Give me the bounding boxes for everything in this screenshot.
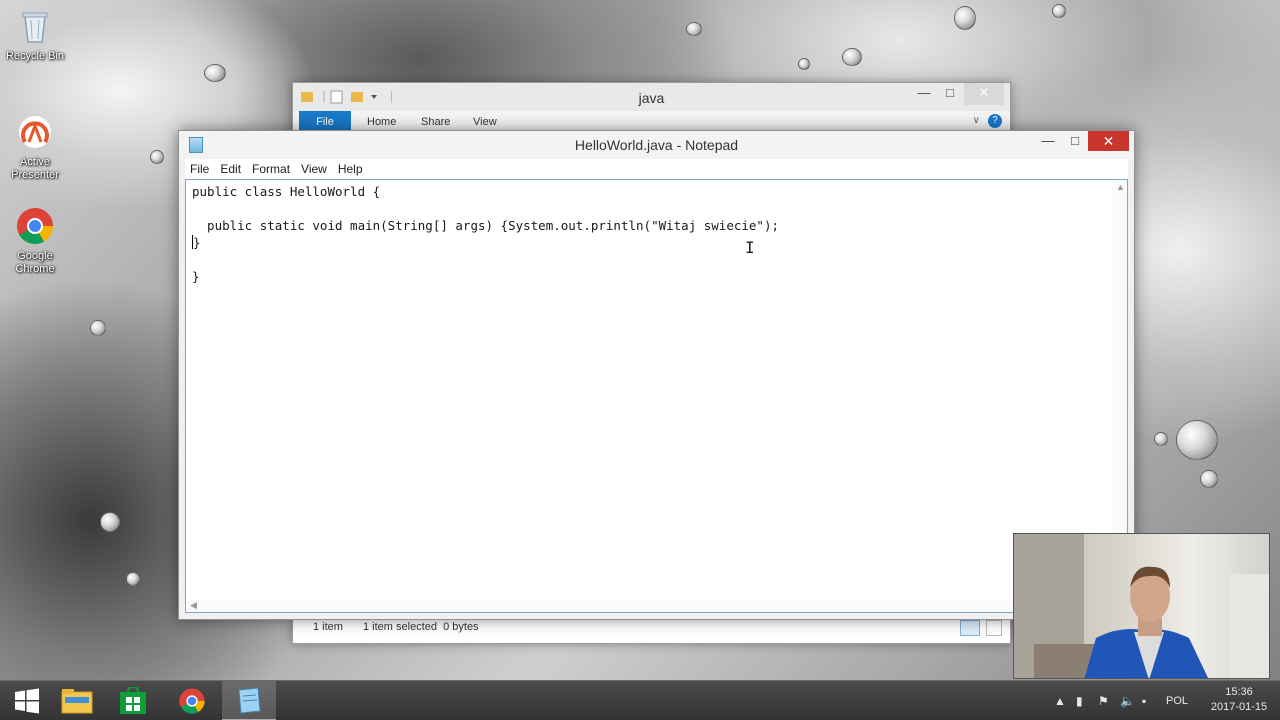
code-line: } [192, 269, 200, 284]
volume-icon[interactable]: 🔈 [1120, 694, 1135, 708]
menu-view[interactable]: View [296, 159, 332, 179]
file-explorer-icon [61, 689, 93, 714]
water-drop [1176, 420, 1218, 460]
taskbar-notepad[interactable] [222, 681, 276, 720]
desktop-icon-recycle-bin[interactable]: Recycle Bin [0, 6, 70, 63]
presenter-video-icon [1014, 534, 1269, 678]
code-line: public static void main(String[] args) {… [192, 218, 779, 233]
system-tray: ▲ ▮ ⚑ 🔈 ▪ POL 15:36 2017-01-15 [1040, 681, 1280, 720]
explorer-maximize-button[interactable]: □ [936, 83, 964, 105]
clock[interactable]: 15:36 2017-01-15 [1204, 685, 1274, 715]
explorer-minimize-button[interactable]: — [910, 83, 938, 105]
water-drop [100, 512, 120, 532]
code-line: ​ [192, 251, 779, 268]
notepad-title: HelloWorld.java - Notepad [574, 137, 739, 153]
scroll-up-icon[interactable]: ▲ [1116, 182, 1125, 192]
maximize-button[interactable]: □ [1062, 131, 1088, 151]
device-icon[interactable]: ▮ [1076, 694, 1083, 708]
webcam-overlay [1013, 533, 1270, 679]
status-item-count: 1 item [313, 621, 343, 633]
taskbar-chrome[interactable] [165, 681, 219, 720]
chevron-down-icon[interactable]: ∨ [973, 115, 980, 126]
menu-format[interactable]: Format [247, 159, 295, 179]
close-button[interactable]: ✕ [1088, 131, 1129, 151]
water-drop [1154, 432, 1168, 446]
desktop-icon-google-chrome[interactable]: Google Chrome [0, 206, 70, 276]
notepad-titlebar[interactable]: HelloWorld.java - Notepad — □ ✕ [179, 131, 1134, 159]
code-line: public class HelloWorld { [192, 184, 381, 199]
help-icon[interactable]: ? [988, 114, 1002, 128]
water-drop [842, 48, 862, 66]
menu-file[interactable]: File [185, 159, 214, 179]
large-icons-view-icon[interactable] [986, 620, 1002, 636]
taskbar-file-explorer[interactable] [50, 681, 104, 720]
water-drop [204, 64, 226, 82]
water-drop [686, 22, 702, 36]
start-icon [15, 688, 39, 714]
taskbar-store[interactable] [106, 681, 160, 720]
ibeam-cursor-icon: I [745, 238, 755, 257]
taskbar: ▲ ▮ ⚑ 🔈 ▪ POL 15:36 2017-01-15 [0, 680, 1280, 720]
recycle-bin-icon [15, 6, 55, 46]
action-center-flag-icon[interactable]: ⚑ [1098, 694, 1109, 708]
code-line: } [192, 235, 201, 250]
network-icon[interactable]: ▪ [1142, 694, 1146, 708]
language-indicator[interactable]: POL [1166, 695, 1188, 707]
notepad-icon [238, 687, 261, 714]
water-drop [126, 572, 140, 586]
menu-edit[interactable]: Edit [215, 159, 246, 179]
desktop-icon-active-presenter[interactable]: Active Presenter [0, 112, 70, 182]
desktop-icon-label: Recycle Bin [5, 50, 65, 62]
code-line: ​ [192, 200, 779, 217]
store-icon [120, 687, 146, 714]
clock-date: 2017-01-15 [1210, 701, 1268, 713]
explorer-title: java [638, 90, 665, 106]
explorer-titlebar[interactable]: java — □ ✕ [293, 83, 1010, 111]
code-text[interactable]: public class HelloWorld {​ public static… [192, 183, 779, 285]
scroll-left-icon[interactable]: ◀ [190, 600, 197, 611]
water-drop [150, 150, 164, 164]
water-drop [90, 320, 106, 336]
notepad-window[interactable]: HelloWorld.java - Notepad — □ ✕ File Edit… [178, 130, 1135, 620]
active-presenter-icon [15, 112, 55, 152]
water-drop [954, 6, 976, 30]
show-hidden-icons-icon[interactable]: ▲ [1054, 694, 1066, 708]
details-view-icon[interactable] [960, 620, 980, 636]
desktop-icon-label: Google Chrome [15, 250, 55, 275]
water-drop [1200, 470, 1218, 488]
water-drop [798, 58, 810, 70]
chrome-icon [179, 688, 205, 714]
minimize-button[interactable]: — [1034, 131, 1062, 151]
explorer-close-button[interactable]: ✕ [964, 83, 1004, 105]
horizontal-scrollbar[interactable]: ◀ [186, 600, 1112, 612]
status-selection: 1 item selected 0 bytes [363, 621, 479, 633]
water-drop [1052, 4, 1066, 18]
menu-help[interactable]: Help [333, 159, 368, 179]
clock-time: 15:36 [1225, 686, 1253, 698]
chrome-icon [15, 206, 55, 246]
desktop-icon-label: Active Presenter [11, 156, 59, 181]
text-editor[interactable]: public class HelloWorld {​ public static… [185, 179, 1128, 613]
start-button[interactable] [0, 681, 54, 720]
menu-bar: File Edit Format View Help [185, 159, 1128, 179]
